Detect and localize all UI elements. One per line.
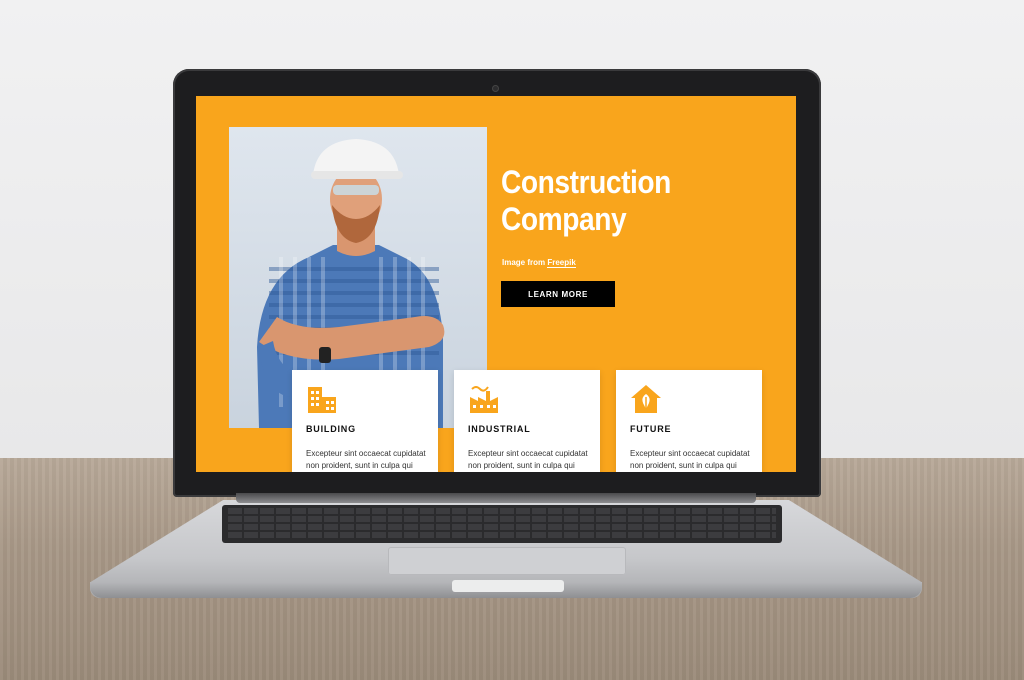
eco-house-icon (631, 385, 661, 413)
credit-prefix: Image from (502, 258, 548, 267)
card-title: BUILDING (306, 424, 356, 434)
keyboard-keys (228, 508, 776, 540)
card-future[interactable]: FUTURE Excepteur sint occaecat cupidatat… (616, 370, 762, 472)
trackpad (388, 547, 626, 575)
card-industrial[interactable]: INDUSTRIAL Excepteur sint occaecat cupid… (454, 370, 600, 472)
hero-title-line1: Construction (501, 164, 671, 200)
learn-more-button[interactable]: LEARN MORE (501, 281, 615, 307)
building-icon (308, 387, 336, 413)
card-title: INDUSTRIAL (468, 424, 531, 434)
card-text: Excepteur sint occaecat cupidatat non pr… (306, 449, 426, 470)
card-text: Excepteur sint occaecat cupidatat non pr… (630, 449, 750, 470)
hero-title-line2: Company (501, 201, 627, 237)
lid-notch (452, 580, 564, 592)
laptop-hinge (236, 493, 756, 503)
website-screen: Construction Company Image from Freepik … (196, 96, 796, 472)
hero-title: Construction Company (501, 164, 730, 238)
card-text: Excepteur sint occaecat cupidatat non pr… (468, 449, 588, 470)
freepik-link[interactable]: Freepik (547, 258, 576, 268)
image-credit: Image from Freepik (502, 258, 576, 268)
factory-icon (470, 386, 498, 413)
webcam-icon (492, 85, 499, 92)
card-title: FUTURE (630, 424, 672, 434)
card-building[interactable]: BUILDING Excepteur sint occaecat cupidat… (292, 370, 438, 472)
